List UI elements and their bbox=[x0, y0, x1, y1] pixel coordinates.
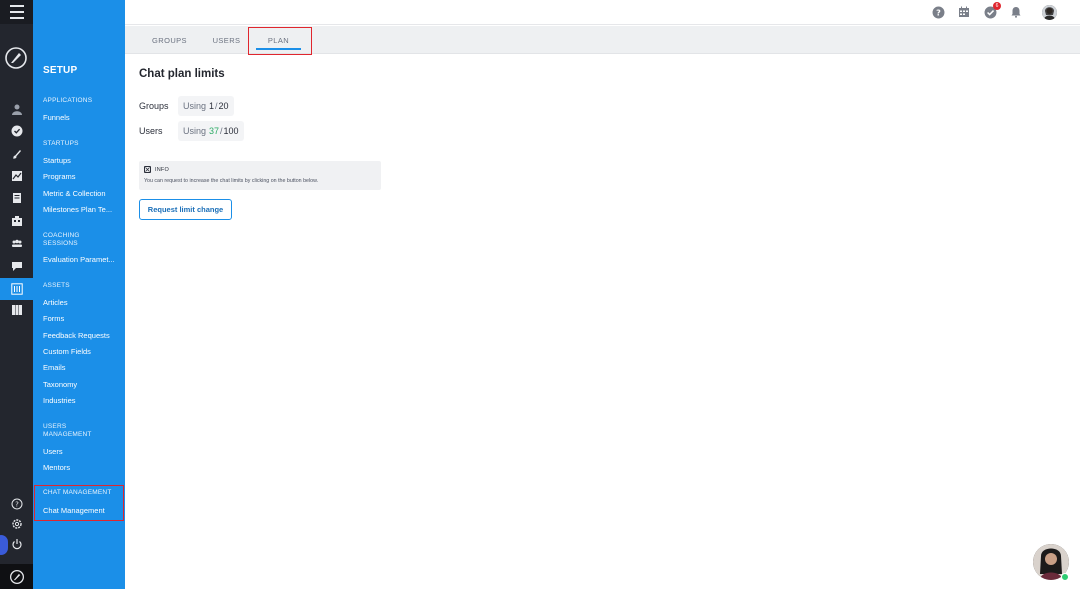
settings-sliders-icon[interactable] bbox=[0, 278, 33, 300]
sidebar-item-programs[interactable]: Programs bbox=[43, 172, 121, 181]
users-usage-prefix: Using bbox=[183, 126, 207, 136]
section-heading-startups: STARTUPS bbox=[43, 140, 79, 147]
sidebar-item-startups[interactable]: Startups bbox=[43, 156, 121, 165]
gear-icon[interactable] bbox=[0, 515, 33, 533]
sidebar-title: SETUP bbox=[43, 65, 78, 76]
check-circle-icon[interactable] bbox=[0, 122, 33, 140]
groups-limit-label: Groups bbox=[139, 101, 169, 111]
groups-used-value: 1 bbox=[209, 101, 215, 111]
svg-text:?: ? bbox=[936, 7, 941, 17]
grid-icon[interactable] bbox=[0, 301, 33, 319]
groups-separator: / bbox=[215, 101, 218, 111]
page-title: Chat plan limits bbox=[139, 68, 225, 80]
section-heading-coaching: COACHING SESSIONS bbox=[43, 232, 80, 247]
rocket-logo-bottom-icon bbox=[0, 564, 33, 589]
sidebar-item-metric-collection[interactable]: Metric & Collection bbox=[43, 189, 121, 198]
groups-total-value: 20 bbox=[218, 101, 229, 111]
avatar[interactable] bbox=[1042, 5, 1057, 20]
info-text: You can request to increase the chat lim… bbox=[144, 178, 319, 184]
info-callout: INFO You can request to increase the cha… bbox=[139, 161, 381, 190]
section-heading-users-management: USERS MANAGEMENT bbox=[43, 423, 92, 438]
sidebar-item-milestones[interactable]: Milestones Plan Te... bbox=[43, 205, 121, 214]
sidebar-item-funnels[interactable]: Funnels bbox=[43, 113, 121, 122]
bell-icon[interactable] bbox=[1009, 5, 1023, 19]
groups-usage-pill: Using 1 / 20 bbox=[178, 96, 234, 116]
section-heading-assets: ASSETS bbox=[43, 282, 70, 289]
top-header: ? 6 bbox=[125, 0, 1080, 25]
task-check-icon[interactable]: 6 bbox=[983, 2, 1001, 19]
sidebar-item-industries[interactable]: Industries bbox=[43, 396, 121, 405]
chat-icon[interactable] bbox=[0, 257, 33, 275]
document-icon[interactable] bbox=[0, 189, 33, 207]
online-status-indicator bbox=[1061, 573, 1069, 581]
notification-badge: 6 bbox=[993, 2, 1001, 10]
users-used-value: 37 bbox=[209, 126, 220, 136]
team-icon[interactable] bbox=[0, 234, 33, 252]
tab-users[interactable]: USERS bbox=[203, 26, 250, 54]
help-icon[interactable]: ? bbox=[0, 495, 33, 513]
sidebar-item-users[interactable]: Users bbox=[43, 447, 121, 456]
users-separator: / bbox=[220, 126, 223, 136]
section-heading-applications: APPLICATIONS bbox=[43, 97, 93, 104]
groups-usage-prefix: Using bbox=[183, 101, 207, 111]
users-limit-label: Users bbox=[139, 126, 163, 136]
groups-limit-row: Groups Using 1 / 20 bbox=[139, 96, 234, 116]
request-limit-change-button[interactable]: Request limit change bbox=[139, 199, 232, 220]
sidebar-item-taxonomy[interactable]: Taxonomy bbox=[43, 380, 121, 389]
building-icon[interactable] bbox=[0, 212, 33, 230]
rocket-icon[interactable] bbox=[0, 145, 33, 163]
calendar-icon[interactable] bbox=[957, 5, 971, 19]
info-header: INFO bbox=[144, 166, 169, 173]
info-heading: INFO bbox=[155, 166, 169, 173]
sidebar-item-emails[interactable]: Emails bbox=[43, 363, 121, 372]
help-icon[interactable]: ? bbox=[931, 5, 945, 19]
icon-rail: ? bbox=[0, 0, 33, 589]
plan-tab-highlight bbox=[248, 27, 312, 55]
sidebar-item-mentors[interactable]: Mentors bbox=[43, 463, 121, 472]
info-icon bbox=[144, 166, 151, 173]
users-limit-row: Users Using 37 / 100 bbox=[139, 121, 244, 141]
rocket-logo-icon[interactable] bbox=[5, 47, 27, 69]
users-usage-pill: Using 37 / 100 bbox=[178, 121, 244, 141]
users-total-value: 100 bbox=[223, 126, 239, 136]
chat-management-highlight bbox=[34, 485, 124, 521]
sidebar-item-feedback-requests[interactable]: Feedback Requests bbox=[43, 331, 121, 340]
sidebar-item-articles[interactable]: Articles bbox=[43, 298, 121, 307]
user-icon[interactable] bbox=[0, 100, 33, 118]
sidebar-item-forms[interactable]: Forms bbox=[43, 314, 121, 323]
menu-icon[interactable] bbox=[0, 0, 33, 24]
tab-groups[interactable]: GROUPS bbox=[143, 26, 196, 54]
sidebar-item-evaluation[interactable]: Evaluation Paramet... bbox=[43, 255, 121, 264]
chart-icon[interactable] bbox=[0, 167, 33, 185]
svg-text:?: ? bbox=[15, 501, 19, 509]
sidebar-item-custom-fields[interactable]: Custom Fields bbox=[43, 347, 121, 356]
